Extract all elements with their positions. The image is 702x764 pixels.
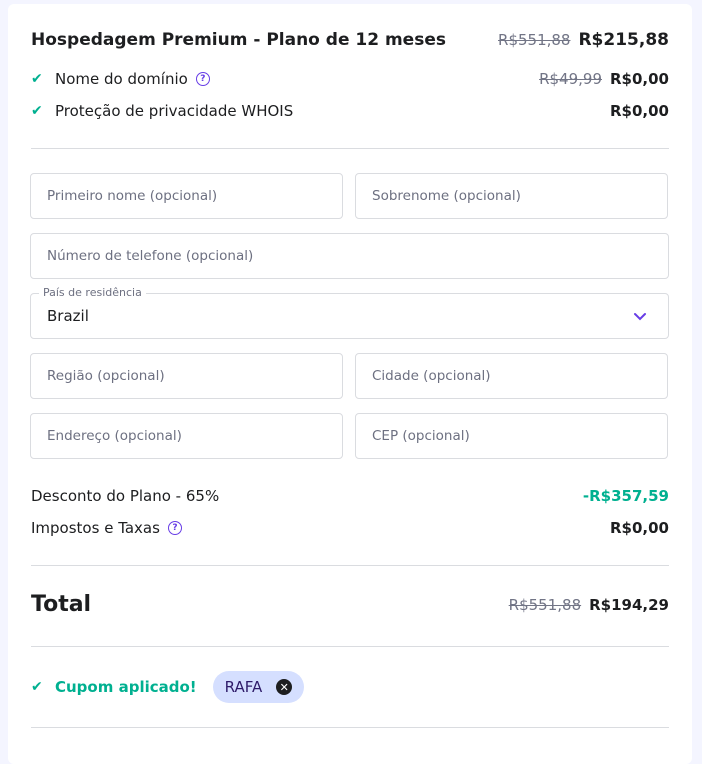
first-name-field[interactable] bbox=[30, 173, 343, 219]
taxes-label: Impostos e Taxas bbox=[31, 519, 160, 537]
item-domain-label: Nome do domínio bbox=[55, 70, 188, 88]
first-name-input[interactable] bbox=[31, 174, 342, 218]
check-icon: ✔ bbox=[31, 679, 43, 695]
last-name-field[interactable] bbox=[355, 173, 668, 219]
divider bbox=[31, 646, 669, 647]
zip-field[interactable] bbox=[355, 413, 668, 459]
discount-label: Desconto do Plano - 65% bbox=[31, 487, 220, 505]
item-whois: ✔ Proteção de privacidade WHOIS R$0,00 bbox=[31, 102, 669, 120]
divider bbox=[31, 727, 669, 728]
order-summary-card: Hospedagem Premium - Plano de 12 meses R… bbox=[8, 4, 692, 764]
address-field[interactable] bbox=[30, 413, 343, 459]
check-icon: ✔ bbox=[31, 71, 43, 87]
close-icon[interactable]: ✕ bbox=[276, 679, 293, 695]
item-whois-price: R$0,00 bbox=[610, 102, 669, 120]
total-old-price: R$551,88 bbox=[508, 595, 582, 614]
coupon-row: ✔ Cupom aplicado! RAFA ✕ bbox=[31, 671, 669, 703]
plan-price: R$215,88 bbox=[578, 30, 669, 50]
region-field[interactable] bbox=[30, 353, 343, 399]
item-domain-old-price: R$49,99 bbox=[539, 70, 602, 88]
divider bbox=[31, 565, 669, 566]
item-domain-price: R$0,00 bbox=[610, 70, 669, 88]
coupon-chip: RAFA ✕ bbox=[212, 671, 305, 703]
zip-input[interactable] bbox=[356, 414, 667, 458]
country-select[interactable]: País de residência Brazil bbox=[30, 286, 669, 339]
total-price: R$194,29 bbox=[589, 595, 669, 614]
coupon-label: Cupom aplicado! bbox=[55, 678, 197, 696]
help-icon[interactable]: ? bbox=[167, 521, 182, 535]
phone-input[interactable] bbox=[31, 234, 668, 278]
taxes-row: Impostos e Taxas ? R$0,00 bbox=[31, 519, 669, 537]
check-icon: ✔ bbox=[31, 103, 43, 119]
item-whois-label: Proteção de privacidade WHOIS bbox=[55, 102, 294, 120]
city-field[interactable] bbox=[355, 353, 668, 399]
coupon-code: RAFA bbox=[224, 678, 263, 696]
discount-value: -R$357,59 bbox=[582, 487, 669, 505]
region-input[interactable] bbox=[31, 354, 342, 398]
last-name-input[interactable] bbox=[356, 174, 667, 218]
country-label: País de residência bbox=[39, 286, 146, 299]
chevron-down-icon[interactable] bbox=[632, 308, 648, 328]
address-input[interactable] bbox=[31, 414, 342, 458]
plan-row: Hospedagem Premium - Plano de 12 meses R… bbox=[31, 30, 669, 50]
discount-row: Desconto do Plano - 65% -R$357,59 bbox=[31, 487, 669, 505]
total-label: Total bbox=[31, 592, 92, 617]
item-domain: ✔ Nome do domínio ? R$49,99 R$0,00 bbox=[31, 70, 669, 88]
phone-field[interactable] bbox=[30, 233, 669, 279]
taxes-value: R$0,00 bbox=[610, 519, 669, 537]
country-value: Brazil bbox=[47, 307, 89, 325]
city-input[interactable] bbox=[356, 354, 667, 398]
total-row: Total R$551,88 R$194,29 bbox=[31, 592, 669, 617]
divider bbox=[31, 148, 669, 149]
help-icon[interactable]: ? bbox=[195, 72, 210, 86]
plan-title: Hospedagem Premium - Plano de 12 meses bbox=[31, 30, 446, 50]
plan-old-price: R$551,88 bbox=[498, 31, 571, 49]
